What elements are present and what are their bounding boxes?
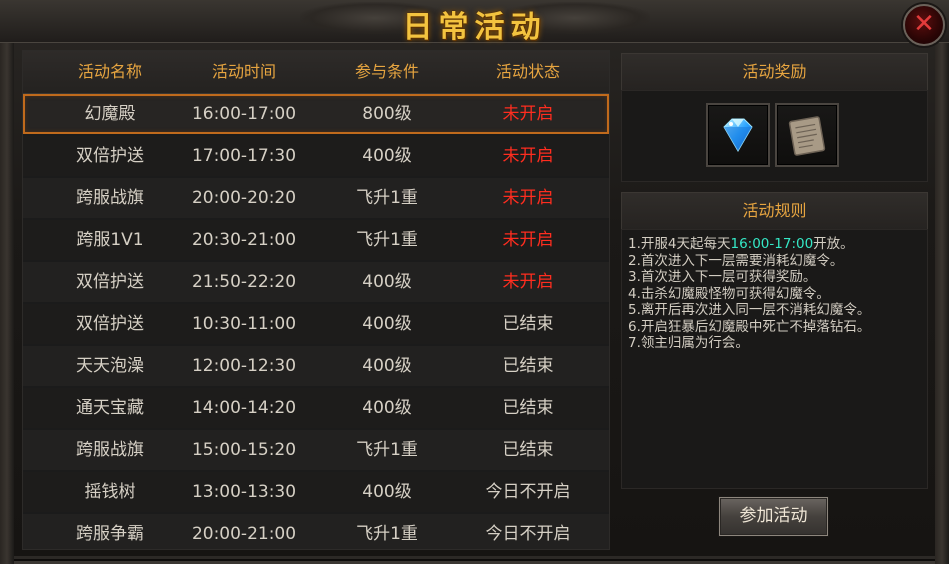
activity-status: 未开启 xyxy=(502,146,554,166)
table-row[interactable]: 双倍护送 21:50-22:20 400级 未开启 xyxy=(23,262,609,302)
scroll-icon xyxy=(788,116,826,156)
rules-list: 1.开服4天起每天16:00-17:00开放。 2.首次进入下一层需要消耗幻魔令… xyxy=(628,236,924,352)
rule-line: 1.开服4天起每天16:00-17:00开放。 xyxy=(628,236,924,253)
window-title: 日常活动 xyxy=(402,10,547,45)
table-row[interactable]: 通天宝藏 14:00-14:20 400级 已结束 xyxy=(23,388,609,428)
rule-line: 6.开启狂暴后幻魔殿中死亡不掉落钻石。 xyxy=(628,318,871,335)
table-row[interactable]: 摇钱树 13:00-13:30 400级 今日不开启 xyxy=(23,472,609,512)
reward-slot-scroll[interactable] xyxy=(775,103,839,167)
rule-line: 7.领主归属为行会。 xyxy=(628,335,749,351)
activity-status: 已结束 xyxy=(502,398,554,418)
table-row[interactable]: 跨服1V1 20:30-21:00 飞升1重 未开启 xyxy=(23,220,609,260)
activity-status: 未开启 xyxy=(502,188,554,208)
rewards-panel xyxy=(621,90,928,182)
table-row[interactable]: 天天泡澡 12:00-12:30 400级 已结束 xyxy=(23,346,609,386)
header-status: 活动状态 xyxy=(495,62,560,81)
title-bar: 日常活动 xyxy=(0,0,949,45)
activity-status: 已结束 xyxy=(502,314,554,334)
diamond-icon xyxy=(723,118,753,152)
rule-line: 2.首次进入下一层需要消耗幻魔令。 xyxy=(628,252,844,269)
table-header: 活动名称 活动时间 参与条件 活动状态 xyxy=(23,51,609,94)
table-row[interactable]: 双倍护送 10:30-11:00 400级 已结束 xyxy=(23,304,609,344)
table-row[interactable]: 双倍护送 17:00-17:30 400级 未开启 xyxy=(23,136,609,176)
activity-status: 已结束 xyxy=(502,440,554,460)
table-row[interactable]: 幻魔殿 16:00-17:00 800级 未开启 xyxy=(23,94,609,134)
activity-status: 今日不开启 xyxy=(485,482,571,502)
activity-status: 未开启 xyxy=(502,272,554,292)
activity-status: 已结束 xyxy=(502,356,554,376)
rule-1-prefix: 1.开服4天起每天 xyxy=(628,236,731,252)
activity-status: 未开启 xyxy=(502,230,554,250)
activity-status: 今日不开启 xyxy=(485,524,571,544)
join-activity-button[interactable]: 参加活动 xyxy=(719,497,828,536)
activity-table: 活动名称 活动时间 参与条件 活动状态 幻魔殿 16:00-17:00 800级… xyxy=(22,50,610,550)
activity-status: 未开启 xyxy=(502,104,554,124)
rule-line: 3.首次进入下一层可获得奖励。 xyxy=(628,269,817,285)
rules-header: 活动规则 xyxy=(621,192,928,230)
table-body: 幻魔殿 16:00-17:00 800级 未开启 双倍护送 17:00-17:3… xyxy=(23,94,609,549)
left-frame-rail xyxy=(0,42,14,564)
rule-line: 4.击杀幻魔殿怪物可获得幻魔令。 xyxy=(628,285,830,302)
rule-line: 5.离开后再次进入同一层不消耗幻魔令。 xyxy=(628,302,871,318)
close-button[interactable]: ✕ xyxy=(903,4,945,46)
table-row[interactable]: 跨服战旗 20:00-20:20 飞升1重 未开启 xyxy=(23,178,609,218)
rules-panel: 1.开服4天起每天16:00-17:00开放。 2.首次进入下一层需要消耗幻魔令… xyxy=(621,229,928,489)
reward-slot-diamond[interactable] xyxy=(706,103,770,167)
right-frame-rail xyxy=(935,42,949,564)
rewards-header: 活动奖励 xyxy=(621,53,928,91)
rule-1-time-highlight: 16:00-17:00 xyxy=(730,236,814,252)
table-row[interactable]: 跨服战旗 15:00-15:20 飞升1重 已结束 xyxy=(23,430,609,470)
close-icon: ✕ xyxy=(913,9,935,39)
rule-1-suffix: 开放。 xyxy=(813,236,854,252)
table-row[interactable]: 跨服争霸 20:00-21:00 飞升1重 今日不开启 xyxy=(23,514,609,549)
